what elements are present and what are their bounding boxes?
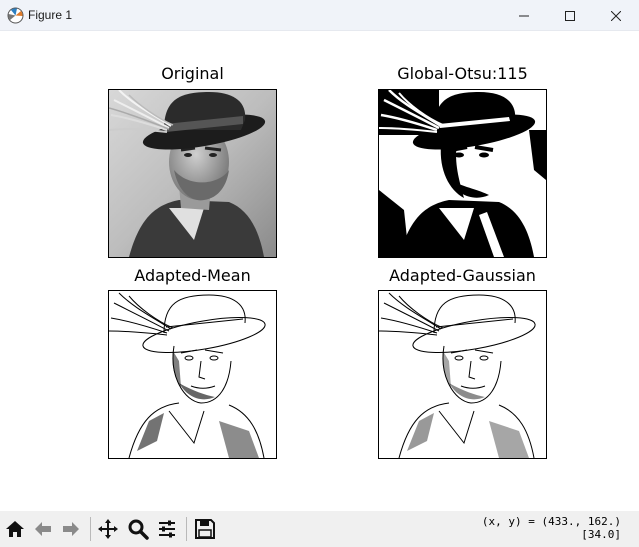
close-button[interactable] [593,0,639,31]
toolbar-separator [186,517,187,541]
configure-subplots-button[interactable] [155,517,179,541]
back-icon [35,522,51,536]
subplot-title-original: Original [161,64,224,83]
forward-button[interactable] [59,517,83,541]
image-axes-original[interactable] [108,89,277,258]
back-button[interactable] [31,517,55,541]
close-icon [611,10,621,21]
configure-subplots-icon [159,520,175,538]
toolbar-separator [90,517,91,541]
navigation-toolbar: (x, y) = (433., 162.) [34.0] [0,511,639,547]
minimize-button[interactable] [501,0,547,31]
maximize-icon [565,10,575,21]
image-axes-adapted-mean[interactable] [108,290,277,459]
image-axes-global-otsu[interactable] [378,89,547,258]
home-button[interactable] [3,517,27,541]
portrait-grayscale-image [109,90,276,257]
pan-button[interactable] [96,517,120,541]
minimize-icon [519,15,529,16]
subplot-title-adapted-gaussian: Adapted-Gaussian [389,266,536,285]
window-title: Figure 1 [28,8,73,22]
zoom-icon [128,519,149,540]
forward-icon [63,522,79,536]
matplotlib-app-icon [7,7,24,24]
portrait-adaptive-mean-image [109,291,276,458]
cursor-value-readout: [34.0] [581,528,621,541]
figure-canvas[interactable]: Original Global-Otsu:115 Adapted-Mean Ad… [0,31,639,511]
cursor-xy-readout: (x, y) = (433., 162.) [481,515,621,528]
subplot-title-adapted-mean: Adapted-Mean [134,266,251,285]
home-icon [6,521,24,537]
pan-icon [98,519,118,539]
portrait-adaptive-gaussian-image [379,291,546,458]
zoom-button[interactable] [126,517,150,541]
save-button[interactable] [193,517,217,541]
maximize-button[interactable] [547,0,593,31]
portrait-binary-otsu-image [379,90,546,257]
save-icon [195,519,215,539]
image-axes-adapted-gaussian[interactable] [378,290,547,459]
window-titlebar: Figure 1 [0,0,639,31]
subplot-title-global-otsu: Global-Otsu:115 [397,64,528,83]
cursor-coordinates-readout: (x, y) = (433., 162.) [34.0] [482,515,621,541]
